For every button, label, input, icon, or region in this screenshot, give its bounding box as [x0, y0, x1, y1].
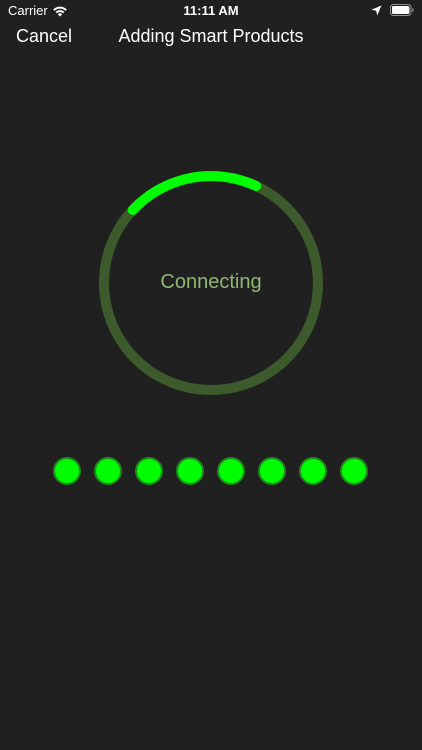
step-dot [340, 457, 368, 485]
location-arrow-icon [371, 5, 382, 15]
page-title: Adding Smart Products [118, 26, 304, 46]
step-dot [217, 457, 245, 485]
step-dot [94, 457, 122, 485]
step-dot [53, 457, 81, 485]
step-dot [135, 457, 163, 485]
progress-fill-arc [127, 171, 262, 216]
step-dot [176, 457, 204, 485]
battery-icon [390, 4, 414, 16]
connection-progress-ring: Connecting [98, 170, 324, 396]
status-right-icons [371, 4, 414, 16]
status-time: 11:11 AM [183, 3, 239, 18]
nav-bar: Cancel Adding Smart Products [0, 22, 422, 52]
step-indicator-dots [53, 457, 369, 485]
status-bar: Carrier 11:11 AM [0, 0, 422, 22]
step-dot [299, 457, 327, 485]
progress-status-label: Connecting [160, 271, 262, 293]
step-dot [258, 457, 286, 485]
